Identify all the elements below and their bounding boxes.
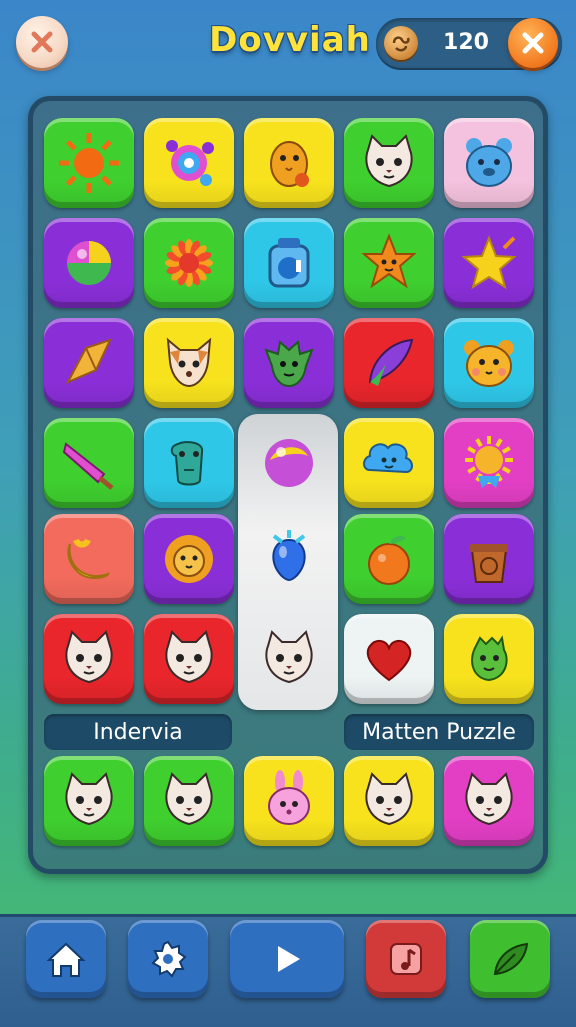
goblin-icon xyxy=(264,340,314,388)
heart-icon xyxy=(366,640,412,682)
tile-goblin[interactable] xyxy=(244,318,334,408)
ball-icon xyxy=(67,241,111,285)
cat-icon xyxy=(265,630,313,684)
tile-cat[interactable] xyxy=(44,614,134,704)
tile-orb[interactable] xyxy=(244,418,334,508)
gear-icon xyxy=(151,940,187,978)
tile-candy-swirl[interactable] xyxy=(144,118,234,208)
bear-icon xyxy=(466,138,512,187)
cat-icon xyxy=(65,630,113,684)
tile-crystal[interactable] xyxy=(44,318,134,408)
home-button[interactable] xyxy=(26,920,106,998)
music-button[interactable] xyxy=(366,920,446,998)
leaf-button[interactable] xyxy=(470,920,550,998)
jar-icon xyxy=(268,238,310,288)
flower-icon xyxy=(165,239,213,287)
tile-cat[interactable] xyxy=(244,614,334,704)
game-title: Dovviah xyxy=(209,20,371,60)
close-button[interactable] xyxy=(16,16,68,68)
cloud-face-icon xyxy=(363,443,413,474)
tile-feather[interactable] xyxy=(344,318,434,408)
tile-cat[interactable] xyxy=(144,614,234,704)
tile-heart[interactable] xyxy=(344,614,434,704)
cat-icon xyxy=(65,772,113,826)
star-icon xyxy=(461,235,517,290)
sun-icon xyxy=(59,133,119,193)
dragon-icon xyxy=(471,635,508,682)
tile-fox[interactable] xyxy=(144,318,234,408)
gear-button[interactable] xyxy=(128,920,208,998)
balloon-icon xyxy=(272,530,306,582)
music-icon xyxy=(390,943,422,975)
close-icon xyxy=(522,32,544,54)
tile-cloud-face[interactable] xyxy=(344,418,434,508)
bird-icon xyxy=(270,141,309,187)
rabbit-icon xyxy=(268,770,310,825)
fox-icon xyxy=(166,337,212,388)
tile-basket[interactable] xyxy=(444,514,534,604)
tile-banana[interactable] xyxy=(44,514,134,604)
sun-face-icon xyxy=(465,436,513,488)
tile-hamster[interactable] xyxy=(444,318,534,408)
coin-icon xyxy=(384,26,418,60)
tile-dino[interactable] xyxy=(144,418,234,508)
tile-sun-face[interactable] xyxy=(444,418,534,508)
tile-star-face[interactable] xyxy=(344,218,434,308)
left-label: Indervia xyxy=(44,714,232,750)
cat-icon xyxy=(465,772,513,826)
tile-cat[interactable] xyxy=(44,756,134,846)
score-value: 120 xyxy=(443,30,489,55)
tile-cat[interactable] xyxy=(444,756,534,846)
tile-star[interactable] xyxy=(444,218,534,308)
feather-icon xyxy=(368,338,414,386)
tile-orange[interactable] xyxy=(344,514,434,604)
tile-cat[interactable] xyxy=(344,118,434,208)
cat-icon xyxy=(365,134,413,188)
orb-icon xyxy=(265,439,313,487)
hamster-icon xyxy=(464,340,514,387)
leaf-icon xyxy=(493,942,529,976)
tile-dragon[interactable] xyxy=(444,614,534,704)
tile-bird[interactable] xyxy=(244,118,334,208)
tile-popsicle[interactable] xyxy=(44,418,134,508)
tile-cat[interactable] xyxy=(144,756,234,846)
cat-icon xyxy=(165,630,213,684)
candy-swirl-icon xyxy=(166,140,214,186)
star-face-icon xyxy=(361,233,417,289)
tile-flower[interactable] xyxy=(144,218,234,308)
basket-icon xyxy=(470,544,508,583)
tile-balloon[interactable] xyxy=(244,514,334,604)
orange-icon xyxy=(368,536,410,585)
home-icon xyxy=(46,942,86,977)
cat-icon xyxy=(365,772,413,826)
close-icon xyxy=(31,31,53,53)
dino-icon xyxy=(170,441,204,486)
banana-icon xyxy=(67,538,111,579)
play-button[interactable] xyxy=(230,920,344,998)
tile-lion[interactable] xyxy=(144,514,234,604)
right-label: Matten Puzzle xyxy=(344,714,534,750)
tile-cat[interactable] xyxy=(344,756,434,846)
tile-jar[interactable] xyxy=(244,218,334,308)
play-icon xyxy=(278,946,300,972)
lion-icon xyxy=(165,535,213,583)
popsicle-icon xyxy=(62,442,114,490)
tile-bear[interactable] xyxy=(444,118,534,208)
exit-button[interactable] xyxy=(508,18,558,68)
tile-sun[interactable] xyxy=(44,118,134,208)
cat-icon xyxy=(165,772,213,826)
tile-ball[interactable] xyxy=(44,218,134,308)
crystal-icon xyxy=(65,338,112,385)
tile-rabbit[interactable] xyxy=(244,756,334,846)
